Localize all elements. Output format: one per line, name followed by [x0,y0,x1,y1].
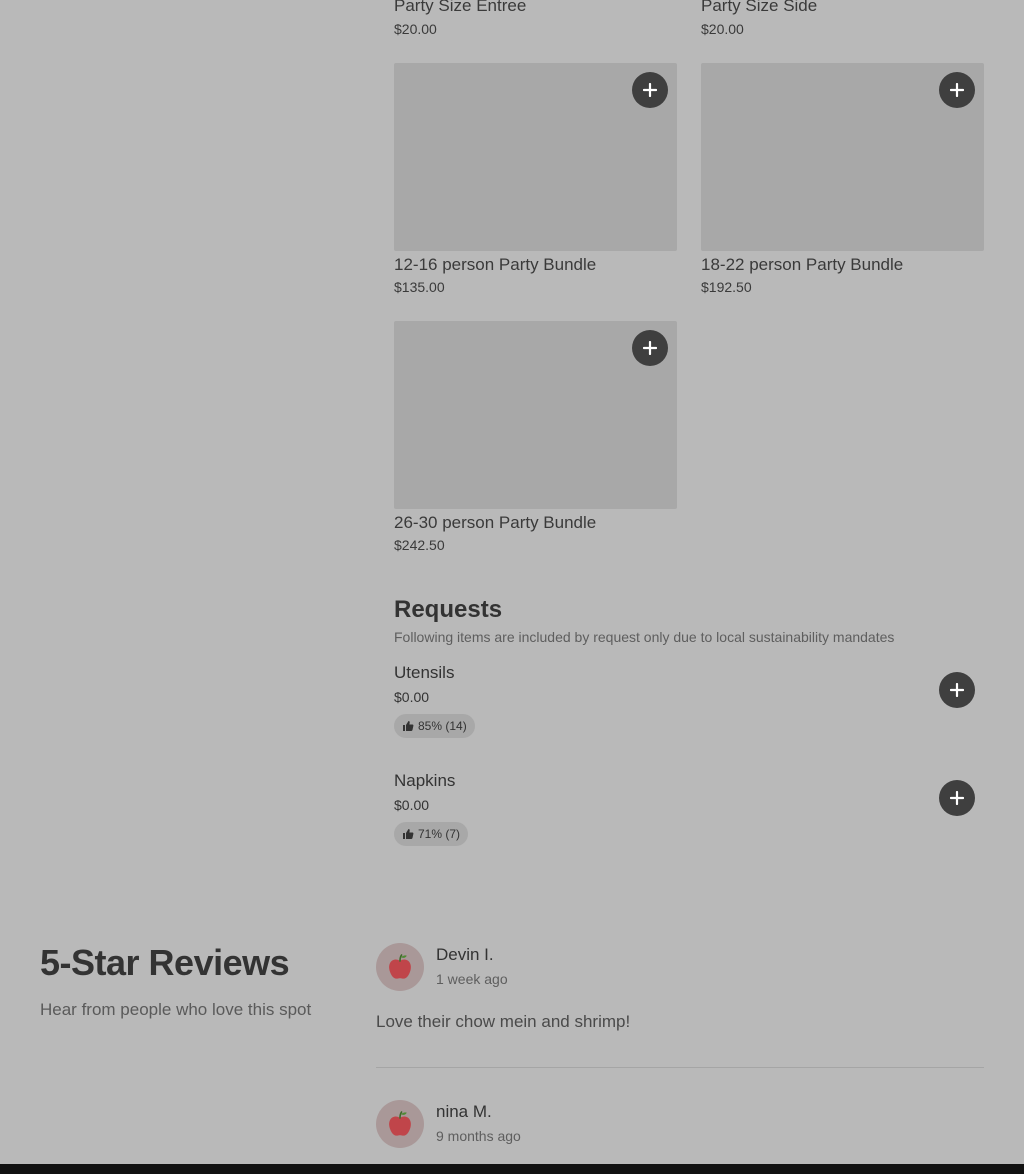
reviewer-name: nina M. [436,1102,492,1121]
item-name-12-16-bundle[interactable]: 12-16 person Party Bundle [394,255,596,275]
reviewer-name: Devin I. [436,945,494,964]
plus-icon [950,791,964,805]
item-name-party-size-entree[interactable]: Party Size Entree [394,0,526,16]
request-item-name-napkins[interactable]: Napkins [394,771,455,791]
item-price-18-22-bundle: $192.50 [701,279,752,295]
plus-icon [950,683,964,697]
request-item-price-utensils: $0.00 [394,689,430,705]
request-item-price-napkins: $0.00 [394,797,430,813]
reviews-title: 5-Star Reviews [40,942,290,983]
add-button-26-30-bundle[interactable] [632,330,668,366]
plus-icon [643,83,657,97]
requests-title: Requests [394,596,503,623]
item-price-12-16-bundle: $135.00 [394,279,445,295]
apple-icon [389,1111,411,1136]
request-item-name-utensils[interactable]: Utensils [394,663,454,683]
review-text: Love their chow mein and shrimp! [376,1012,631,1031]
bottom-bar [0,1164,1024,1174]
add-button-napkins[interactable] [939,780,975,816]
review-time: 1 week ago [436,971,508,987]
plus-icon [950,83,964,97]
item-name-26-30-bundle[interactable]: 26-30 person Party Bundle [394,513,596,533]
add-button-18-22-bundle[interactable] [939,72,975,108]
rating-badge-utensils: 85% (14) [394,714,475,738]
add-button-12-16-bundle[interactable] [632,72,668,108]
item-name-18-22-bundle[interactable]: 18-22 person Party Bundle [701,255,903,275]
review-time: 9 months ago [436,1128,521,1144]
rating-badge-napkins: 71% (7) [394,822,469,846]
requests-subtitle: Following items are included by request … [394,629,895,645]
item-price-party-size-side: $20.00 [701,21,744,37]
apple-icon [389,954,411,979]
item-name-party-size-side[interactable]: Party Size Side [701,0,817,16]
review-divider [376,1067,984,1068]
avatar [376,943,424,991]
add-button-utensils[interactable] [939,672,975,708]
avatar [376,1100,424,1148]
thumbs-up-icon [403,721,414,731]
rating-text-utensils: 85% (14) [418,719,467,733]
rating-text-napkins: 71% (7) [418,827,461,841]
item-price-party-size-entree: $20.00 [394,21,437,37]
item-price-26-30-bundle: $242.50 [394,537,445,553]
plus-icon [643,341,657,355]
thumbs-up-icon [403,829,414,839]
reviews-subtitle: Hear from people who love this spot [40,1000,312,1019]
